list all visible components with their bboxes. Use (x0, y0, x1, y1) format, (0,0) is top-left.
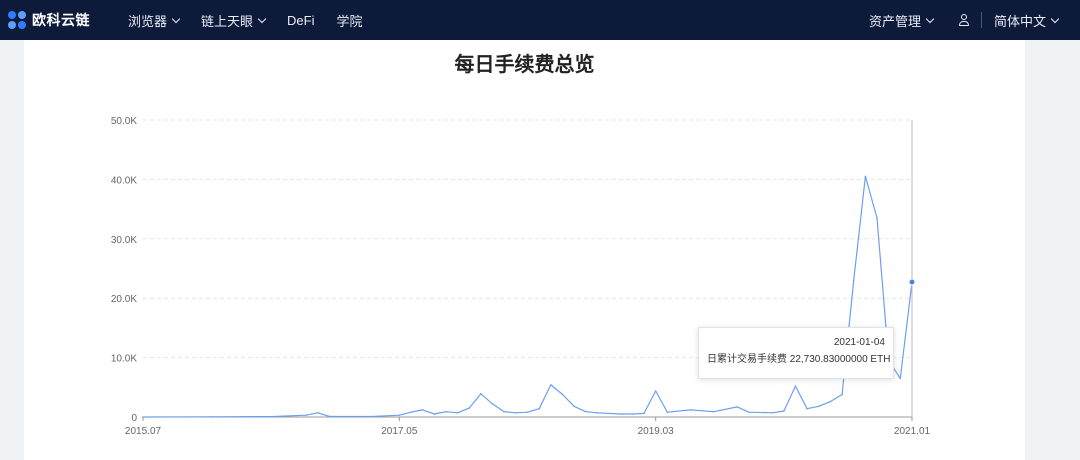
y-tick-label: 20.0K (111, 294, 137, 305)
highlight-point (908, 278, 916, 286)
data-point (398, 414, 401, 417)
data-point (619, 413, 622, 415)
data-point (736, 406, 739, 408)
nav-item-onchain-eye[interactable]: 链上天眼 (201, 11, 267, 30)
data-point (829, 400, 832, 403)
language-selector[interactable]: 简体中文 (993, 11, 1060, 30)
nav-right: 资产管理 简体中文 (868, 0, 1060, 40)
nav-label: 浏览器 (128, 13, 168, 29)
data-point (748, 411, 750, 414)
main-nav: 浏览器 链上天眼 DeFi 学院 (128, 11, 385, 30)
user-icon[interactable] (957, 13, 971, 27)
nav-label: DeFi (287, 12, 315, 28)
y-tick-label: 0 (131, 413, 137, 424)
data-point (713, 410, 715, 413)
data-point (468, 407, 471, 409)
nav-label: 学院 (336, 13, 363, 29)
page-background (1025, 40, 1080, 460)
chart-tooltip: 2021-01-04 日累计交易手续费 22,730.83000000 ETH (698, 327, 894, 379)
nav-item-browser[interactable]: 浏览器 (128, 11, 181, 30)
data-point (305, 414, 307, 417)
tooltip-date: 2021-01-04 (833, 337, 885, 348)
data-point (421, 409, 424, 411)
chevron-down-icon (171, 14, 181, 23)
y-tick-label: 10.0K (111, 354, 137, 365)
data-point (538, 407, 540, 410)
tooltip-value: 22,730.83000000 ETH (789, 354, 891, 365)
nav-item-academy[interactable]: 学院 (336, 11, 362, 30)
data-point (480, 393, 482, 395)
logo[interactable]: 欧科云链 (8, 10, 90, 30)
data-point (817, 405, 820, 408)
logo-icon (8, 11, 28, 29)
data-point (456, 412, 459, 414)
data-point (573, 405, 575, 408)
x-tick-label: 2021.01 (894, 426, 931, 437)
chevron-down-icon (925, 14, 935, 23)
top-nav-bar: 欧科云链 浏览器 链上天眼 DeFi 学院 资产管理 简体中文 (0, 0, 1080, 40)
nav-item-defi[interactable]: DeFi (287, 13, 314, 28)
data-point (212, 416, 214, 418)
data-point (316, 412, 319, 414)
data-point (841, 393, 843, 396)
data-point (561, 393, 564, 396)
tooltip-label: 日累计交易手续费 (707, 354, 787, 365)
data-point (631, 413, 634, 415)
data-point (445, 410, 447, 413)
data-point (491, 403, 494, 405)
data-point (806, 407, 808, 410)
data-point (852, 279, 855, 282)
data-point (375, 415, 377, 418)
data-point (526, 411, 529, 414)
y-tick-label: 40.0K (111, 175, 137, 186)
nav-label: 链上天眼 (201, 13, 254, 29)
y-tick-label: 30.0K (111, 235, 137, 246)
data-point (142, 416, 144, 418)
data-point (689, 409, 692, 411)
data-point (654, 390, 657, 392)
divider (980, 12, 982, 28)
asset-management-menu[interactable]: 资产管理 (868, 11, 935, 30)
data-point (515, 412, 517, 414)
data-point (666, 411, 669, 414)
data-point (270, 415, 272, 418)
data-point (643, 412, 645, 415)
logo-text: 欧科云链 (32, 12, 90, 28)
data-point (596, 412, 599, 414)
language-label: 简体中文 (993, 13, 1046, 29)
data-point (410, 411, 412, 414)
chart-card: 每日手续费总览 0 10.0K 20.0K 30.0K 40.0K 50.0K 2015.0… (24, 40, 1025, 460)
data-point (433, 413, 436, 415)
chevron-down-icon (257, 14, 267, 23)
series-line (142, 175, 913, 418)
data-point (503, 410, 505, 413)
asset-management-label: 资产管理 (868, 13, 921, 29)
data-point (899, 377, 902, 380)
data-point (876, 217, 878, 219)
chevron-down-icon (1050, 14, 1060, 23)
data-point (328, 415, 331, 418)
tooltip-value-row: 日累计交易手续费 22,730.83000000 ETH (707, 353, 890, 367)
x-tick-label: 2019.03 (638, 426, 675, 437)
data-point (771, 412, 773, 414)
x-tick-label: 2017.05 (381, 426, 418, 437)
data-point (864, 175, 867, 178)
data-point (794, 385, 797, 387)
data-point (550, 384, 552, 386)
x-tick-label: 2015.07 (125, 426, 162, 437)
fee-line-chart: 0 10.0K 20.0K 30.0K 40.0K 50.0K 2015.07 2017.05… (111, 116, 931, 437)
data-point (783, 410, 785, 412)
data-point (584, 410, 587, 413)
y-tick-label: 50.0K (111, 116, 137, 127)
